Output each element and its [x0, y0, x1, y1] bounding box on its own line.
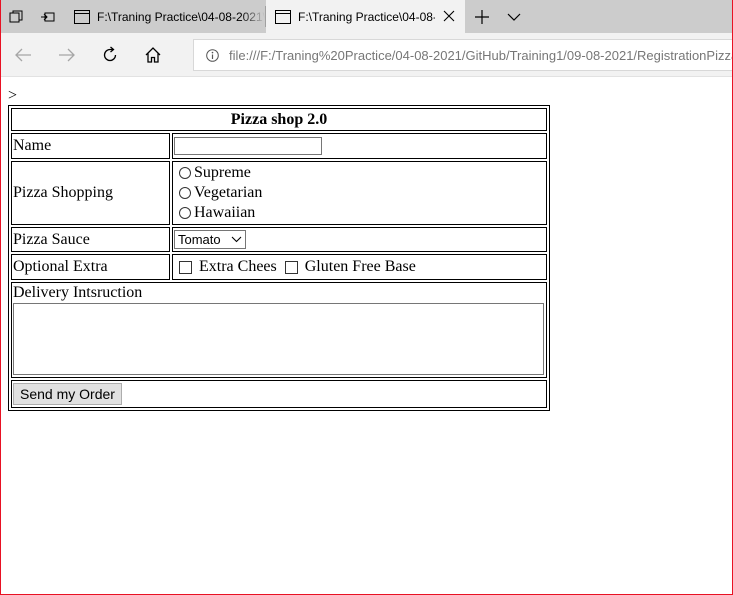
pizza-options-cell: Supreme Vegetarian Hawaiian: [172, 161, 547, 225]
extra-cheese-checkbox[interactable]: [179, 260, 192, 274]
submit-cell: Send my Order: [11, 380, 547, 408]
gluten-free-base-label: Gluten Free Base: [304, 258, 416, 275]
name-cell: [172, 133, 547, 159]
tab-actions-icon[interactable]: [3, 4, 29, 30]
gluten-free-base-checkbox[interactable]: [284, 260, 298, 274]
chevron-down-icon: [231, 236, 242, 243]
optional-extra-label: Optional Extra: [11, 254, 170, 280]
tab-inactive[interactable]: F:\Traning Practice\04-08-2021\GitHub\Tr…: [65, 0, 265, 33]
name-label: Name: [11, 133, 170, 159]
back-arrow-icon[interactable]: [10, 42, 36, 68]
tab-title: F:\Traning Practice\04-08-2021\GitHub\Tr…: [97, 9, 265, 24]
pizza-sauce-select[interactable]: Tomato: [174, 230, 246, 249]
close-tab-icon[interactable]: [441, 8, 457, 24]
pizza-shopping-label: Pizza Shopping: [11, 161, 170, 225]
vegetarian-label: Vegetarian: [194, 184, 263, 201]
hawaiian-radio[interactable]: [179, 207, 191, 219]
extra-cheese-label: Extra Chees: [199, 258, 277, 275]
supreme-radio[interactable]: [179, 167, 191, 179]
home-icon[interactable]: [140, 42, 166, 68]
pizza-option-supreme[interactable]: Supreme: [174, 163, 545, 183]
tab-list-chevron-down-icon[interactable]: [501, 4, 527, 30]
hawaiian-label: Hawaiian: [194, 204, 256, 221]
delivery-instruction-label: Delivery Intsruction: [13, 284, 143, 301]
forward-arrow-icon[interactable]: [54, 42, 80, 68]
refresh-icon[interactable]: [97, 42, 123, 68]
navigation-bar: file:///F:/Traning%20Practice/04-08-2021…: [0, 33, 733, 77]
pizza-order-form: Pizza shop 2.0 Name Pizza Shopping Supre…: [8, 105, 550, 411]
form-title: Pizza shop 2.0: [11, 108, 547, 131]
url-text: file:///F:/Traning%20Practice/04-08-2021…: [229, 47, 733, 63]
set-tabs-aside-icon[interactable]: [35, 4, 61, 30]
tab-active[interactable]: F:\Traning Practice\04-08-2021\GitHub\Tr…: [266, 0, 465, 33]
supreme-label: Supreme: [194, 164, 251, 181]
delivery-instruction-cell: Delivery Intsruction: [11, 282, 547, 378]
optional-extra-cell: Extra Chees Gluten Free Base: [172, 254, 547, 280]
pizza-sauce-cell: Tomato: [172, 227, 547, 252]
vegetarian-radio[interactable]: [179, 187, 191, 199]
stray-text: >: [8, 87, 18, 104]
pizza-option-vegetarian[interactable]: Vegetarian: [174, 183, 545, 203]
page-icon: [275, 9, 291, 24]
info-icon[interactable]: [206, 48, 219, 62]
pizza-option-hawaiian[interactable]: Hawaiian: [174, 203, 545, 223]
pizza-sauce-label: Pizza Sauce: [11, 227, 170, 252]
name-input[interactable]: [174, 137, 322, 155]
address-bar[interactable]: file:///F:/Traning%20Practice/04-08-2021…: [193, 39, 733, 71]
page-content: > Pizza shop 2.0 Name Pizza Shopping Sup…: [0, 78, 731, 594]
page-icon: [74, 9, 90, 24]
delivery-instruction-textarea[interactable]: [13, 303, 544, 375]
tab-title: F:\Traning Practice\04-08-2021\GitHub\Tr…: [298, 9, 435, 24]
send-order-button[interactable]: Send my Order: [13, 383, 122, 405]
pizza-sauce-selected: Tomato: [178, 232, 221, 247]
tab-strip: F:\Traning Practice\04-08-2021\GitHub\Tr…: [0, 0, 733, 33]
new-tab-icon[interactable]: [469, 4, 495, 30]
